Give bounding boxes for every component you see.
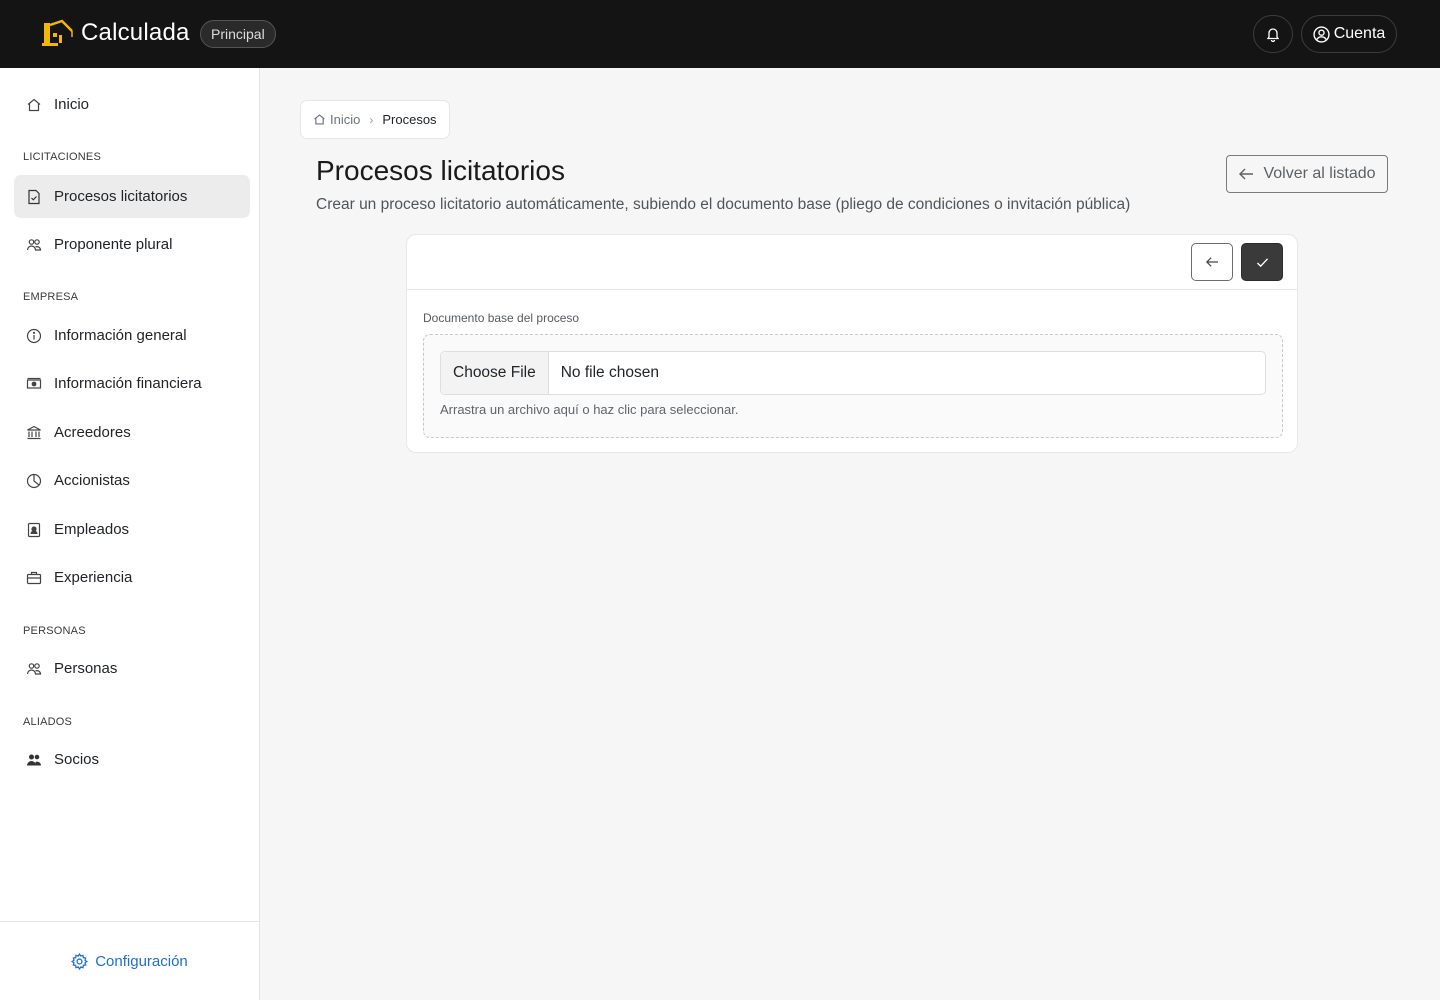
dropzone-hint: Arrastra un archivo aquí o haz clic para… — [440, 402, 739, 417]
home-icon — [26, 97, 42, 113]
briefcase-icon — [26, 570, 42, 586]
choose-file-button[interactable]: Choose File — [441, 352, 549, 394]
arrow-left-icon — [1206, 257, 1218, 267]
sidebar-item-informacion-general[interactable]: Información general — [14, 314, 250, 357]
previous-button[interactable] — [1191, 243, 1233, 281]
sidebar-item-experiencia[interactable]: Experiencia — [14, 556, 250, 599]
bell-icon — [1266, 28, 1280, 42]
arrow-left-icon — [1239, 168, 1254, 180]
sidebar-item-label: Inicio — [54, 96, 90, 113]
pie-chart-icon — [26, 473, 42, 489]
file-dropzone[interactable]: Choose File No file chosen Arrastra un a… — [423, 334, 1283, 438]
breadcrumb: Inicio › Procesos — [300, 100, 450, 139]
environment-badge: Principal — [200, 20, 276, 48]
people-icon — [26, 661, 42, 677]
card-header — [407, 235, 1297, 290]
sidebar-item-personas[interactable]: Personas — [14, 647, 250, 690]
field-label: Documento base del proceso — [423, 311, 580, 325]
sidebar-item-inicio[interactable]: Inicio — [14, 83, 250, 126]
sidebar-item-label: Socios — [54, 751, 100, 768]
configuracion-link[interactable]: Configuración — [71, 952, 188, 970]
people-fill-icon — [26, 752, 42, 768]
page-subtitle: Crear un proceso licitatorio automáticam… — [316, 196, 1131, 213]
file-check-icon — [26, 189, 42, 205]
sidebar-item-empleados[interactable]: Empleados — [14, 508, 250, 551]
sidebar-footer: Configuración — [0, 921, 259, 1000]
people-icon — [26, 237, 42, 253]
sidebar-item-acreedores[interactable]: Acreedores — [14, 411, 250, 454]
sidebar-item-label: Información financiera — [54, 375, 202, 392]
section-label-aliados: ALIADOS — [23, 716, 73, 728]
bank-icon — [26, 425, 42, 441]
crane-logo-icon — [42, 19, 73, 46]
sidebar: Inicio LICITACIONES Procesos licitatorio… — [0, 68, 260, 1000]
sidebar-item-informacion-financiera[interactable]: Información financiera — [14, 362, 250, 405]
sidebar-item-label: Proponente plural — [54, 236, 173, 253]
breadcrumb-home[interactable]: Inicio — [313, 112, 360, 127]
sidebar-item-label: Información general — [54, 327, 187, 344]
chevron-right-icon: › — [369, 112, 374, 127]
upload-card: Documento base del proceso Choose File N… — [406, 234, 1298, 453]
app-name: Calculada — [81, 19, 190, 46]
gear-icon — [71, 952, 89, 970]
sidebar-item-label: Empleados — [54, 521, 130, 538]
sidebar-item-label: Personas — [54, 660, 118, 677]
breadcrumb-home-label: Inicio — [330, 112, 361, 127]
configuracion-label: Configuración — [95, 952, 188, 970]
notifications-button[interactable] — [1253, 15, 1293, 53]
section-label-licitaciones: LICITACIONES — [23, 151, 101, 163]
home-icon — [314, 114, 325, 125]
confirm-button[interactable] — [1241, 243, 1283, 281]
brand[interactable]: Calculada — [42, 19, 190, 47]
cash-icon — [26, 376, 42, 392]
account-button[interactable]: Cuenta — [1301, 15, 1397, 53]
file-status: No file chosen — [560, 364, 659, 381]
sidebar-item-label: Experiencia — [54, 569, 133, 586]
top-bar: Calculada Principal Cuenta — [0, 0, 1440, 68]
sidebar-item-label: Acreedores — [54, 424, 131, 441]
account-label: Cuenta — [1333, 25, 1386, 42]
breadcrumb-current: Procesos — [382, 112, 437, 127]
file-input[interactable]: Choose File No file chosen — [440, 351, 1266, 395]
page-title: Procesos licitatorios — [316, 155, 565, 186]
person-badge-icon — [26, 522, 42, 538]
section-label-personas: PERSONAS — [23, 625, 86, 637]
check-icon — [1256, 257, 1268, 267]
sidebar-item-accionistas[interactable]: Accionistas — [14, 459, 250, 502]
sidebar-item-label: Procesos licitatorios — [54, 188, 188, 205]
user-circle-icon — [1313, 25, 1330, 43]
back-to-list-button[interactable]: Volver al listado — [1226, 155, 1388, 193]
info-circle-icon — [26, 328, 42, 344]
sidebar-item-label: Accionistas — [54, 472, 130, 489]
sidebar-item-proponente-plural[interactable]: Proponente plural — [14, 223, 250, 266]
sidebar-item-procesos-licitatorios[interactable]: Procesos licitatorios — [14, 175, 250, 218]
sidebar-item-socios[interactable]: Socios — [14, 738, 250, 781]
back-to-list-label: Volver al listado — [1263, 165, 1376, 182]
section-label-empresa: EMPRESA — [23, 291, 79, 303]
